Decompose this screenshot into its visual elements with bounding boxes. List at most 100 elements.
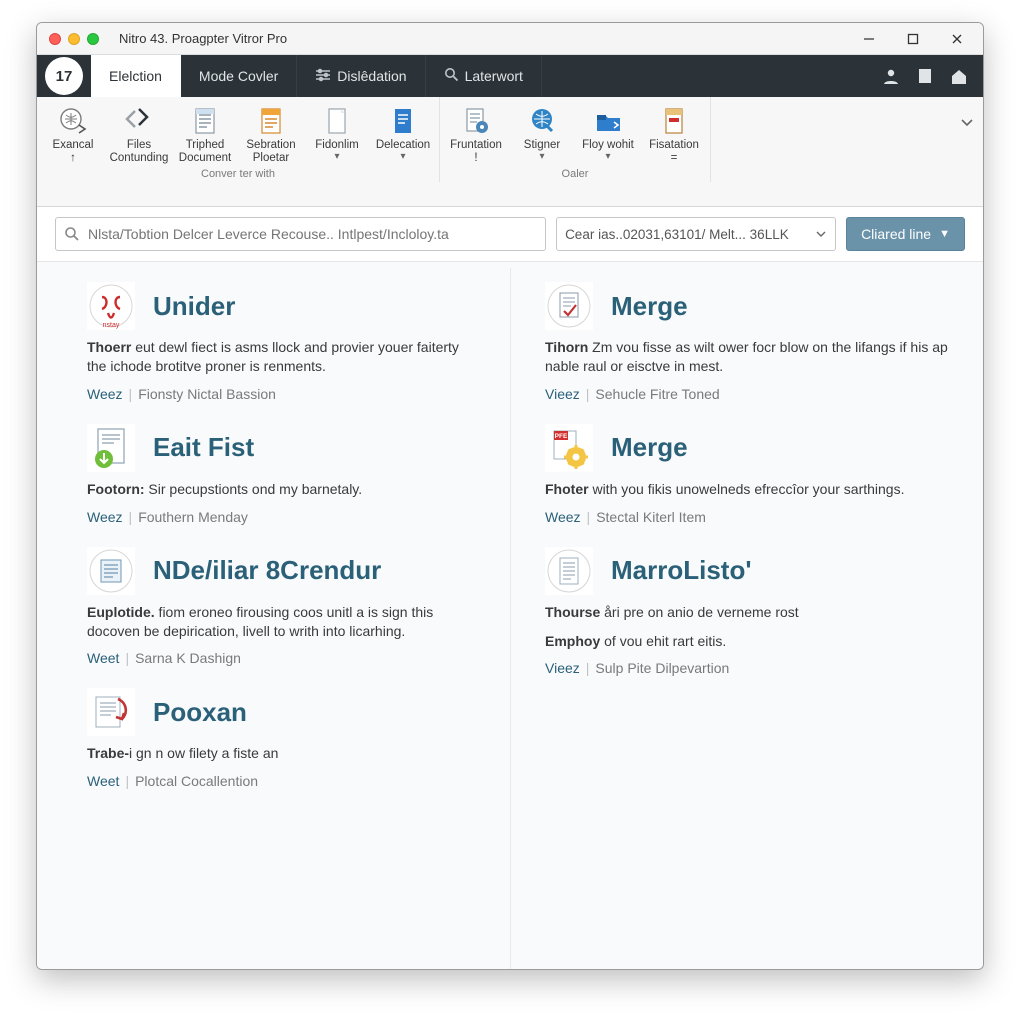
ribbon-button[interactable]: FilesContunding: [107, 101, 171, 167]
home-card: MarroListo' Thourse åri pre on anio de ve…: [545, 547, 955, 677]
ribbon-button[interactable]: Delecation▾: [371, 101, 435, 167]
card-link-secondary[interactable]: Sulp Pite Dilpevartion: [595, 660, 729, 676]
card-links: Vieez | Sehucle Fitre Toned: [545, 386, 955, 402]
card-link-secondary[interactable]: Fouthern Menday: [138, 509, 248, 525]
card-links: Weet | Sarna K Dashign: [87, 650, 482, 666]
doc-lines-icon: [189, 105, 221, 137]
search-input-container[interactable]: [55, 217, 546, 251]
svg-text:nstay: nstay: [103, 322, 120, 329]
card-link-primary[interactable]: Vieez: [545, 386, 580, 402]
dropdown-label: Cear ias..02031,63101/ Melt... 36LLK: [565, 227, 789, 242]
user-icon[interactable]: [881, 66, 901, 86]
search-input[interactable]: [88, 226, 537, 242]
tab-label: Mode Covler: [199, 68, 278, 84]
card-title[interactable]: Merge: [611, 432, 688, 463]
app-badge[interactable]: 17: [45, 57, 83, 95]
card-description: Tihorn Zm vou fisse as wilt ower focr bl…: [545, 338, 955, 376]
separator: |: [125, 650, 129, 666]
card-head: Merge: [545, 282, 955, 330]
ribbon-button-label: Exancal↑: [53, 139, 94, 167]
card-link-secondary[interactable]: Fionsty Nictal Bassion: [138, 386, 276, 402]
card-link-primary[interactable]: Weet: [87, 773, 119, 789]
separator: |: [586, 386, 590, 402]
sliders-icon: [315, 68, 331, 85]
app-window: Nitro 43. Proagpter Vitror Pro 17 Elelct…: [36, 22, 984, 970]
card-title[interactable]: Eait Fist: [153, 432, 254, 463]
card-description: Footorn: Sir pecupstionts ond my barneta…: [87, 480, 482, 499]
card-title[interactable]: Pooxan: [153, 697, 247, 728]
close-button[interactable]: [939, 25, 975, 53]
tab-mode-covler[interactable]: Mode Covler: [181, 55, 297, 97]
script-red-icon: nstay: [87, 282, 135, 330]
zoom-traffic-light[interactable]: [87, 33, 99, 45]
card-link-primary[interactable]: Vieez: [545, 660, 580, 676]
minimize-button[interactable]: [851, 25, 887, 53]
separator: |: [586, 660, 590, 676]
card-link-primary[interactable]: Weez: [87, 509, 123, 525]
chevron-down-icon: ▼: [939, 228, 950, 240]
bookmark-icon[interactable]: [915, 66, 935, 86]
ribbon-button[interactable]: SebrationPloetar: [239, 101, 303, 167]
home-card: Merge Tihorn Zm vou fisse as wilt ower fo…: [545, 282, 955, 402]
home-icon[interactable]: [949, 66, 969, 86]
ribbon-button-label: Fruntation!: [450, 139, 502, 167]
card-link-secondary[interactable]: Stectal Kiterl Item: [596, 509, 706, 525]
ribbon-button[interactable]: Stigner▾: [510, 101, 574, 167]
doc-round-icon: [87, 547, 135, 595]
search-row: Cear ias..02031,63101/ Melt... 36LLK Cli…: [37, 207, 983, 261]
ribbon-button[interactable]: Floy wohit▾: [576, 101, 640, 167]
doc-blue-icon: [387, 105, 419, 137]
card-link-primary[interactable]: Weez: [545, 509, 581, 525]
search-icon: [444, 67, 459, 85]
ribbon-collapse-icon[interactable]: [959, 115, 975, 134]
card-link-secondary[interactable]: Sehucle Fitre Toned: [595, 386, 719, 402]
minimize-traffic-light[interactable]: [68, 33, 80, 45]
card-title[interactable]: MarroListo': [611, 555, 752, 586]
card-head: nstay Unider: [87, 282, 482, 330]
card-title[interactable]: Unider: [153, 291, 235, 322]
nav-arrows-icon: [123, 105, 155, 137]
primary-action-button[interactable]: Cliared line ▼: [846, 217, 965, 251]
pdf-gear-icon: PFE: [545, 424, 593, 472]
ribbon-button[interactable]: Exancal↑: [41, 101, 105, 167]
ribbon-button[interactable]: Fruntation!: [444, 101, 508, 167]
card-link-primary[interactable]: Weez: [87, 386, 123, 402]
card-links: Weez|Stectal Kiterl Item: [545, 509, 955, 525]
ribbon-group: Fruntation! Stigner▾ Floy wohit▾ Fisatation…: [440, 97, 711, 182]
card-link-primary[interactable]: Weet: [87, 650, 119, 666]
tab-elelction[interactable]: Elelction: [91, 55, 181, 97]
card-description: Euplotide. fiom eroneo firousing coos un…: [87, 603, 482, 641]
doc-cycle-icon: [87, 688, 135, 736]
maximize-button[interactable]: [895, 25, 931, 53]
search-icon: [64, 226, 80, 242]
card-link-secondary[interactable]: Plotcal Cocallention: [135, 773, 258, 789]
doc-orange-icon: [255, 105, 287, 137]
button-label: Cliared line: [861, 226, 931, 242]
ribbon-button[interactable]: Fisatation=: [642, 101, 706, 167]
ribbon-button[interactable]: Fidonlim▾: [305, 101, 369, 167]
card-head: Eait Fist: [87, 424, 482, 472]
doc-gear-icon: [460, 105, 492, 137]
card-head: MarroListo': [545, 547, 955, 595]
status-dropdown[interactable]: Cear ias..02031,63101/ Melt... 36LLK: [556, 217, 836, 251]
home-card: NDe/iliar 8Crendur Euplotide. fiom eroneo…: [87, 547, 482, 667]
card-links: Weet|Plotcal Cocallention: [87, 773, 482, 789]
chevron-down-icon: ▾: [376, 152, 430, 162]
card-description: Thourse åri pre on anio de verneme rost: [545, 603, 955, 622]
traffic-lights: [49, 33, 99, 45]
card-title[interactable]: NDe/iliar 8Crendur: [153, 555, 381, 586]
card-link-secondary[interactable]: Sarna K Dashign: [135, 650, 241, 666]
tab-disledation[interactable]: Dislêdation: [297, 55, 425, 97]
ribbon-button-label: Fisatation=: [649, 139, 699, 167]
close-traffic-light[interactable]: [49, 33, 61, 45]
doc-stamp-icon: [545, 282, 593, 330]
ribbon-button-label: Floy wohit▾: [582, 139, 634, 167]
card-links: Vieez | Sulp Pite Dilpevartion: [545, 660, 955, 676]
titlebar: Nitro 43. Proagpter Vitror Pro: [37, 23, 983, 55]
card-title[interactable]: Merge: [611, 291, 688, 322]
window-title: Nitro 43. Proagpter Vitror Pro: [119, 31, 287, 46]
ribbon-button[interactable]: TriphedDocument: [173, 101, 237, 167]
separator: |: [129, 386, 133, 402]
tab-laterwort[interactable]: Laterwort: [426, 55, 542, 97]
doc-plain-icon: [545, 547, 593, 595]
